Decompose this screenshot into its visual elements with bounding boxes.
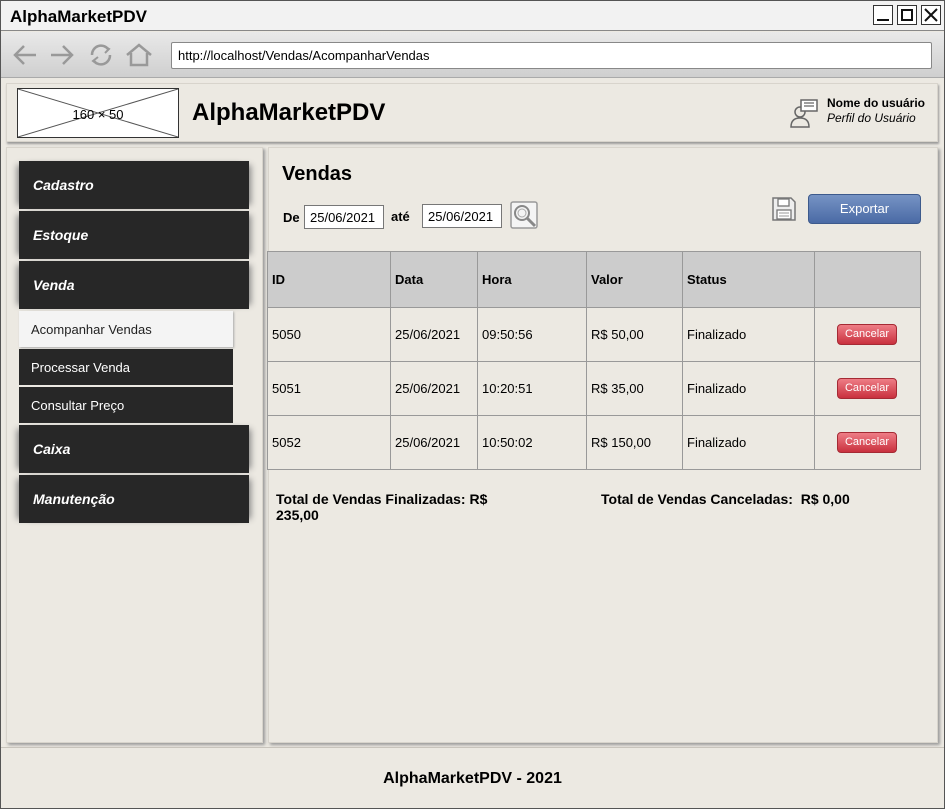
- search-icon[interactable]: [510, 201, 540, 231]
- sidebar-item-processar-venda[interactable]: Processar Venda: [19, 349, 233, 385]
- cell-status: Finalizado: [682, 307, 815, 362]
- cancel-button[interactable]: Cancelar: [837, 432, 897, 453]
- app-window: AlphaMarketPDV http://localhost/Vendas/A…: [0, 0, 945, 809]
- cell-value: R$ 35,00: [586, 361, 683, 416]
- table-row[interactable]: 5051 25/06/2021 10:20:51 R$ 35,00 Finali…: [267, 361, 921, 416]
- cell-actions: Cancelar: [814, 361, 921, 416]
- sidebar-menu: Cadastro Estoque Venda Acompanhar Vendas…: [6, 147, 263, 743]
- cell-date: 25/06/2021: [390, 307, 478, 362]
- cell-value: R$ 150,00: [586, 415, 683, 470]
- sales-table: ID Data Hora Valor Status 5050 25/06/202…: [267, 251, 921, 470]
- date-from-label: De: [283, 210, 300, 225]
- close-icon: [924, 8, 938, 22]
- back-arrow-icon[interactable]: [11, 43, 39, 67]
- home-icon[interactable]: [125, 43, 153, 67]
- sidebar-item-acompanhar-vendas[interactable]: Acompanhar Vendas: [19, 311, 233, 347]
- cell-time: 10:50:02: [477, 415, 587, 470]
- cell-status: Finalizado: [682, 361, 815, 416]
- table-row[interactable]: 5050 25/06/2021 09:50:56 R$ 50,00 Finali…: [267, 307, 921, 362]
- cell-date: 25/06/2021: [390, 361, 478, 416]
- column-header-hora[interactable]: Hora: [477, 251, 587, 308]
- cancel-button[interactable]: Cancelar: [837, 324, 897, 345]
- cell-id: 5050: [267, 307, 391, 362]
- cell-time: 10:20:51: [477, 361, 587, 416]
- url-input[interactable]: http://localhost/Vendas/AcompanharVendas: [171, 42, 932, 69]
- window-title: AlphaMarketPDV: [10, 7, 147, 26]
- app-title: AlphaMarketPDV: [192, 99, 386, 126]
- export-button[interactable]: Exportar: [808, 194, 921, 224]
- column-header-data[interactable]: Data: [390, 251, 478, 308]
- cancel-button[interactable]: Cancelar: [837, 378, 897, 399]
- cell-time: 09:50:56: [477, 307, 587, 362]
- browser-toolbar: http://localhost/Vendas/AcompanharVendas: [1, 32, 944, 78]
- cell-status: Finalizado: [682, 415, 815, 470]
- sidebar-item-consultar-preco[interactable]: Consultar Preço: [19, 387, 233, 423]
- sidebar-item-caixa[interactable]: Caixa: [19, 425, 249, 473]
- maximize-button[interactable]: [897, 5, 917, 25]
- title-bar: AlphaMarketPDV: [1, 1, 944, 31]
- cell-id: 5051: [267, 361, 391, 416]
- date-to-input[interactable]: 25/06/2021: [422, 204, 502, 228]
- total-canceled-label: Total de Vendas Canceladas:: [601, 491, 793, 507]
- column-header-actions: [814, 251, 921, 308]
- cell-id: 5052: [267, 415, 391, 470]
- page-header: 160 × 50 AlphaMarketPDV Nome do usuário …: [6, 83, 938, 142]
- sidebar-item-venda[interactable]: Venda: [19, 261, 249, 309]
- cell-value: R$ 50,00: [586, 307, 683, 362]
- minimize-button[interactable]: [873, 5, 893, 25]
- cell-date: 25/06/2021: [390, 415, 478, 470]
- save-icon[interactable]: [771, 196, 797, 222]
- total-finalized-label: Total de Vendas Finalizadas: R$: [276, 491, 488, 507]
- cell-actions: Cancelar: [814, 307, 921, 362]
- column-header-id[interactable]: ID: [267, 251, 391, 308]
- close-button[interactable]: [921, 5, 941, 25]
- page-footer: AlphaMarketPDV - 2021: [1, 747, 944, 808]
- total-canceled-value: R$ 0,00: [800, 491, 850, 507]
- user-profile-icon[interactable]: [789, 98, 819, 128]
- sidebar-item-manutencao[interactable]: Manutenção: [19, 475, 249, 523]
- total-canceled: Total de Vendas Canceladas: R$ 0,00: [601, 491, 850, 507]
- sidebar-item-estoque[interactable]: Estoque: [19, 211, 249, 259]
- total-finalized-value: 235,00: [276, 507, 319, 523]
- table-header-row: ID Data Hora Valor Status: [267, 251, 921, 308]
- column-header-valor[interactable]: Valor: [586, 251, 683, 308]
- date-to-label: até: [391, 209, 410, 224]
- cell-actions: Cancelar: [814, 415, 921, 470]
- logo-placeholder-label: 160 × 50: [72, 107, 124, 122]
- table-row[interactable]: 5052 25/06/2021 10:50:02 R$ 150,00 Final…: [267, 415, 921, 470]
- refresh-icon[interactable]: [87, 43, 115, 67]
- user-role: Perfil do Usuário: [827, 111, 916, 125]
- page-title: Vendas: [282, 163, 353, 185]
- forward-arrow-icon[interactable]: [48, 43, 76, 67]
- user-name[interactable]: Nome do usuário: [827, 96, 925, 110]
- footer-text: AlphaMarketPDV - 2021: [383, 770, 562, 787]
- logo-placeholder: 160 × 50: [17, 88, 179, 138]
- column-header-status[interactable]: Status: [682, 251, 815, 308]
- total-finalized: Total de Vendas Finalizadas: R$ 235,00: [276, 491, 536, 523]
- sidebar-item-cadastro[interactable]: Cadastro: [19, 161, 249, 209]
- main-content: Vendas De 25/06/2021 até 25/06/2021 Expo…: [267, 147, 938, 743]
- date-from-input[interactable]: 25/06/2021: [304, 205, 384, 229]
